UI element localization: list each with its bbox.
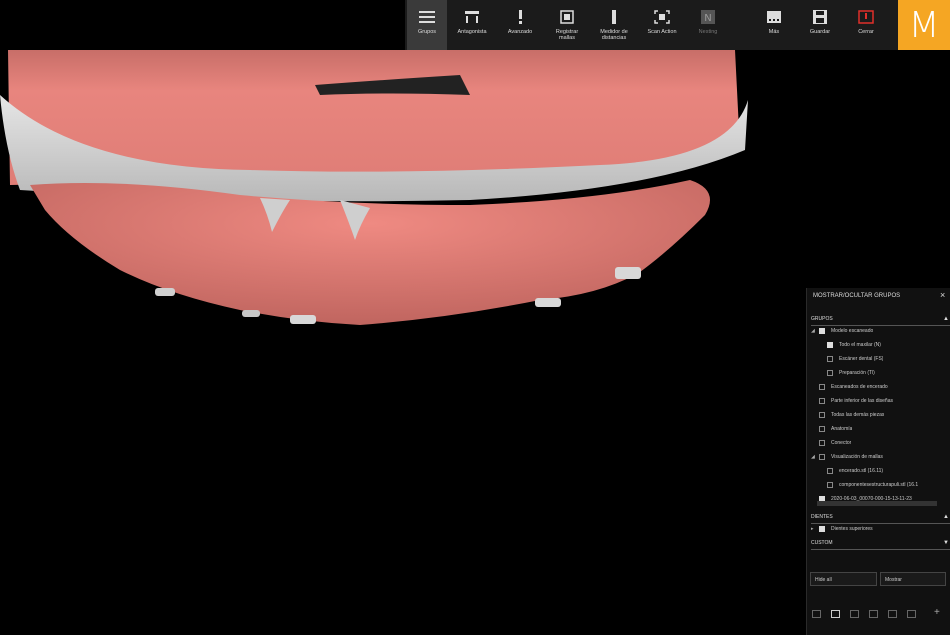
group-item-label: Conector [831,439,852,446]
toolbar-label: Scan Action [647,29,677,35]
group-item[interactable]: Escaneados de encerado [807,380,950,393]
chevron-up-icon: ▲ [943,316,949,322]
group-item[interactable]: ◢ Visualización de mallas [807,450,950,463]
toolbar-label: Más [768,29,780,35]
scan-icon [652,8,672,26]
group-item-label: Todo el maxilar (N) [839,341,881,348]
toolbar-label: Guardar [809,29,831,35]
visibility-checkbox[interactable] [827,369,833,376]
group-item-label: Escáner dental (FS) [839,355,884,362]
close-icon[interactable]: × [940,290,945,300]
group-item-label: Parte inferior de las diseñas [831,397,893,404]
view-icon[interactable] [907,610,916,618]
panel-title: MOSTRAR/OCULTAR GRUPOS [813,293,901,299]
group-item-label: Todas las demás piezas [831,411,885,418]
toolbar-button-grupos[interactable]: Grupos [407,0,447,50]
visibility-checkbox[interactable] [819,425,825,432]
expand-icon[interactable]: ◢ [811,328,819,334]
group-item[interactable]: Preparación (Tl) [807,366,950,379]
toolbar-button-registrar-mallas[interactable]: Registrar mallas [547,0,587,50]
visibility-checkbox[interactable] [827,355,833,362]
chevron-down-icon: ▼ [943,540,949,546]
toolbar-label: Registrar mallas [555,29,579,41]
visibility-checkbox[interactable] [819,383,825,390]
group-item[interactable]: ◢ Modelo escaneado [807,324,950,337]
visibility-checkbox[interactable] [819,327,825,334]
expand-icon[interactable]: ◢ [811,454,819,460]
add-icon[interactable]: + [934,607,940,618]
hide-all-button[interactable]: Hide all [810,572,877,586]
view-icon[interactable] [831,610,840,618]
toolbar-button-guardar[interactable]: Guardar [800,0,840,50]
toolbar-button-medidor-de-distancias[interactable]: Medidor de distancias [594,0,634,50]
toolbar-label: Cerrar [858,29,874,35]
nesting-icon: N [698,8,718,26]
group-item[interactable]: componentesestructurapuli.stl (16.1 [807,478,950,491]
group-item-upper-teeth[interactable]: ▸ Dientes superiores [811,522,950,535]
horizontal-scrollbar[interactable] [817,501,937,506]
toolbar-button-scan-action[interactable]: Scan Action [642,0,682,50]
visibility-checkbox[interactable] [827,467,833,474]
menu-icon [417,8,437,26]
group-item[interactable]: encerado.stl (16.11) [807,464,950,477]
group-item[interactable]: Anatomía [807,422,950,435]
save-icon [810,8,830,26]
more-icon [764,8,784,26]
exclamation-icon [510,8,530,26]
toolbar-label: Antagonista [457,29,487,35]
register-mesh-icon [557,8,577,26]
toolbar-button-avanzado[interactable]: Avanzado [500,0,540,50]
toolbar-button-nesting[interactable]: N Nesting [688,0,728,50]
distance-meter-icon [604,8,624,26]
visibility-checkbox[interactable] [819,439,825,446]
group-item-label: Preparación (Tl) [839,369,875,376]
visibility-checkbox[interactable] [827,481,833,488]
view-icon[interactable] [850,610,859,618]
group-item[interactable]: Parte inferior de las diseñas [807,394,950,407]
visibility-checkbox[interactable] [819,397,825,404]
visibility-checkbox[interactable] [827,341,833,348]
toolbar-label: Medidor de distancias [600,29,628,41]
toolbar-label: Grupos [417,29,437,35]
antagonist-icon [462,8,482,26]
group-item-label: Anatomía [831,425,853,432]
group-item[interactable]: Escáner dental (FS) [807,352,950,365]
view-icon[interactable] [888,610,897,618]
svg-text:N: N [704,13,711,24]
view-icon[interactable] [869,610,878,618]
toolbar-button-cerrar[interactable]: Cerrar [846,0,886,50]
dental-model [0,50,748,325]
group-item-label: Escaneados de encerado [831,383,888,390]
view-icon[interactable] [812,610,821,618]
main-toolbar: Grupos Antagonista Avanzado Registrar malla… [405,0,950,50]
custom-section-header[interactable]: CUSTOM ▼ [811,540,950,550]
chevron-up-icon: ▲ [943,514,949,520]
app-logo: M [898,0,950,50]
group-item[interactable]: Todo el maxilar (N) [807,338,950,351]
show-button[interactable]: Mostrar [880,572,946,586]
group-item-label: encerado.stl (16.11) [839,467,884,474]
visibility-checkbox[interactable] [819,453,825,460]
group-item[interactable]: Todas las demás piezas [807,408,950,421]
toolbar-button-antagonista[interactable]: Antagonista [452,0,492,50]
toolbar-label: Avanzado [507,29,533,35]
visibility-checkbox[interactable] [819,525,825,532]
group-item[interactable]: Conector [807,436,950,449]
toolbar-button-más[interactable]: Más [754,0,794,50]
group-item-label: Visualización de mallas [831,453,883,460]
group-item-label: Modelo escaneado [831,327,874,334]
expand-icon[interactable]: ▸ [811,526,819,532]
power-icon [856,8,876,26]
toolbar-label: Nesting [698,29,718,35]
group-item-label: componentesestructurapuli.stl (16.1 [839,481,919,488]
visibility-checkbox[interactable] [819,411,825,418]
